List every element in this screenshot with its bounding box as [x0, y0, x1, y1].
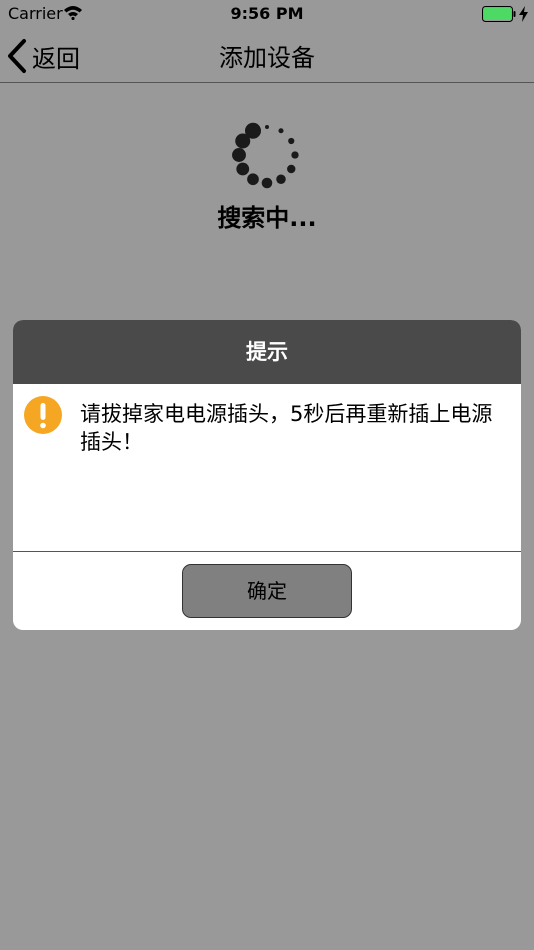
spinner-dot	[247, 173, 259, 186]
spinner-dot	[276, 174, 286, 184]
status-time: 9:56 PM	[230, 4, 304, 23]
confirm-button[interactable]: 确定	[182, 564, 352, 618]
warning-icon	[24, 396, 62, 434]
battery-full-icon	[482, 6, 516, 22]
dialog-divider	[13, 551, 521, 552]
loading-spinner-icon	[232, 122, 299, 189]
spinner-dot	[261, 177, 273, 189]
alert-dialog: 提示 请拔掉家电电源插头，5秒后再重新插上电源插头！ 确定	[13, 320, 521, 630]
spinner-dot	[288, 137, 295, 145]
spinner-dot	[232, 148, 246, 162]
spinner-dot	[245, 122, 261, 139]
searching-status-text: 搜索中...	[217, 204, 317, 232]
status-bar: Carrier 9:56 PM	[0, 0, 534, 28]
spinner-dot	[265, 125, 269, 129]
spinner-dot	[291, 151, 299, 159]
spinner-dot	[278, 128, 284, 134]
dialog-title: 提示	[13, 320, 521, 384]
spinner-dot	[287, 164, 296, 174]
dialog-message: 请拔掉家电电源插头，5秒后再重新插上电源插头！	[80, 402, 493, 454]
navigation-bar: 返回 添加设备	[0, 28, 534, 83]
page-title: 添加设备	[219, 44, 315, 72]
spinner-dot	[236, 162, 250, 176]
bolt-icon	[519, 6, 528, 22]
